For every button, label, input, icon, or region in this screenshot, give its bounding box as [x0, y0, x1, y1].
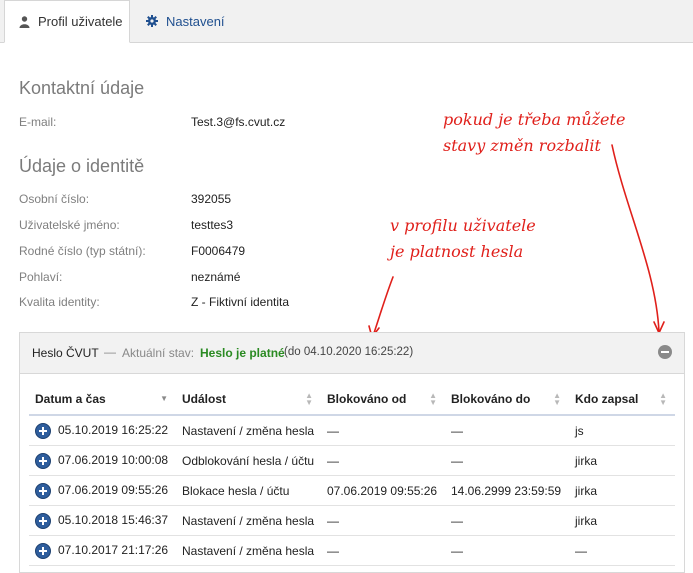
- cell-recorded-by: jirka: [569, 505, 675, 536]
- validity-annotation: v profilu uživatele je platnost hesla: [390, 213, 536, 265]
- cell-datetime: 07.06.2019 09:55:26: [29, 475, 176, 506]
- birth-number-label: Rodné číslo (typ státní):: [19, 244, 146, 258]
- column-header-label: Událost: [182, 392, 227, 406]
- cell-datetime: 07.10.2017 21:17:26: [29, 535, 176, 566]
- cell-text: 07.06.2019 09:55:26: [58, 482, 169, 497]
- email-value: Test.3@fs.cvut.cz: [191, 115, 286, 129]
- cell-datetime: 05.10.2018 15:46:37: [29, 505, 176, 536]
- arrow-to-status: [368, 276, 394, 339]
- password-panel: Heslo ČVUT — Aktuální stav: Heslo je pla…: [19, 332, 685, 573]
- cell-datetime: 05.10.2019 16:25:22: [29, 415, 176, 446]
- cell-recorded-by: —: [569, 535, 675, 566]
- password-history-table: Datum a čas ▼ Událost ▲ ▼ Blokováno od ▲ ▼ Bl…: [29, 384, 675, 566]
- tab-settings[interactable]: Nastavení: [146, 0, 225, 42]
- validity-annotation-line-2: je platnost hesla: [390, 242, 524, 261]
- cell-blocked-to: —: [445, 415, 569, 446]
- expand-row-icon[interactable]: [35, 482, 51, 499]
- cell-datetime: 07.06.2019 10:00:08: [29, 445, 176, 476]
- cell-blocked-from: —: [321, 445, 445, 476]
- sort-desc-icon: ▼: [160, 394, 168, 403]
- cell-event: Odblokování hesla / účtu: [176, 445, 321, 476]
- column-header-recorded-by[interactable]: Kdo zapsal ▲ ▼: [569, 384, 675, 416]
- cell-event: Blokace hesla / účtu: [176, 475, 321, 506]
- personal-number-value: 392055: [191, 192, 232, 206]
- status-value: Heslo je platné: [200, 346, 285, 360]
- gender-value: neznámé: [191, 270, 241, 284]
- collapse-icon[interactable]: [658, 345, 672, 359]
- sort-icon: ▲ ▼: [659, 391, 667, 407]
- cell-blocked-from: —: [321, 535, 445, 566]
- sort-icon: ▲ ▼: [553, 391, 561, 407]
- table-row: 07.10.2017 21:17:26 Nastavení / změna he…: [29, 535, 675, 566]
- password-panel-header: Heslo ČVUT — Aktuální stav: Heslo je pla…: [20, 333, 684, 374]
- column-header-blocked-to[interactable]: Blokováno do ▲ ▼: [445, 384, 569, 416]
- username-label: Uživatelské jméno:: [19, 218, 120, 232]
- cell-blocked-from: —: [321, 505, 445, 536]
- cell-blocked-to: —: [445, 505, 569, 536]
- sort-icon: ▲ ▼: [305, 391, 313, 407]
- personal-number-label: Osobní číslo:: [19, 192, 90, 206]
- identity-section-title: Údaje o identitě: [19, 156, 145, 176]
- table-row: 07.06.2019 09:55:26 Blokace hesla / účtu…: [29, 475, 675, 506]
- column-header-label: Kdo zapsal: [575, 392, 639, 406]
- cell-text: 05.10.2019 16:25:22: [58, 422, 169, 437]
- tab-settings-label: Nastavení: [166, 13, 225, 29]
- expand-row-icon[interactable]: [35, 452, 51, 469]
- cell-recorded-by: jirka: [569, 445, 675, 476]
- birth-number-value: F0006479: [191, 244, 246, 258]
- cell-blocked-from: 07.06.2019 09:55:26: [321, 475, 445, 506]
- cell-event: Nastavení / změna hesla: [176, 505, 321, 536]
- cell-blocked-from: —: [321, 415, 445, 446]
- cell-recorded-by: js: [569, 415, 675, 446]
- tab-profile-label: Profil uživatele: [38, 14, 123, 29]
- column-header-label: Blokováno od: [327, 392, 407, 406]
- username-value: testtes3: [191, 218, 234, 232]
- table-row: 05.10.2019 16:25:22 Nastavení / změna he…: [29, 415, 675, 446]
- expand-row-icon[interactable]: [35, 512, 51, 529]
- contact-section-title: Kontaktní údaje: [19, 78, 145, 98]
- column-header-label: Datum a čas: [35, 392, 106, 406]
- expand-row-icon[interactable]: [35, 542, 51, 559]
- table-row: 05.10.2018 15:46:37 Nastavení / změna he…: [29, 505, 675, 536]
- identity-quality-value: Z - Fiktivní identita: [191, 295, 290, 309]
- column-header-datetime[interactable]: Datum a čas ▼: [29, 384, 176, 416]
- email-label: E-mail:: [19, 115, 57, 129]
- status-until: (do 04.10.2020 16:25:22): [284, 346, 414, 358]
- tab-profile[interactable]: Profil uživatele: [4, 0, 130, 43]
- cell-blocked-to: 14.06.2999 23:59:59: [445, 475, 569, 506]
- expand-annotation-line-2: stavy změn rozbalit: [443, 136, 601, 155]
- cell-text: 07.10.2017 21:17:26: [58, 542, 169, 557]
- tab-bar: Profil uživatele Nastavení: [0, 0, 693, 43]
- column-header-label: Blokováno do: [451, 392, 531, 406]
- column-header-blocked-from[interactable]: Blokováno od ▲ ▼: [321, 384, 445, 416]
- table-row: 07.06.2019 10:00:08 Odblokování hesla / …: [29, 445, 675, 476]
- status-label: Aktuální stav:: [122, 346, 195, 360]
- cell-blocked-to: —: [445, 445, 569, 476]
- gender-label: Pohlaví:: [19, 270, 63, 284]
- cell-text: 07.06.2019 10:00:08: [58, 452, 169, 467]
- cell-text: 05.10.2018 15:46:37: [58, 512, 169, 527]
- header-separator: —: [104, 345, 116, 359]
- cell-recorded-by: jirka: [569, 475, 675, 506]
- expand-annotation-line-1: pokud je třeba můžete: [443, 110, 626, 129]
- cell-event: Nastavení / změna hesla: [176, 415, 321, 446]
- user-icon: [19, 15, 30, 28]
- sort-icon: ▲ ▼: [429, 391, 437, 407]
- table-header-row: Datum a čas ▼ Událost ▲ ▼ Blokováno od ▲ ▼ Bl…: [29, 384, 675, 416]
- cell-event: Nastavení / změna hesla: [176, 535, 321, 566]
- arrow-to-collapse: [611, 144, 665, 335]
- password-panel-title: Heslo ČVUT: [32, 346, 99, 360]
- expand-row-icon[interactable]: [35, 422, 51, 439]
- cell-blocked-to: —: [445, 535, 569, 566]
- identity-quality-label: Kvalita identity:: [19, 295, 100, 309]
- column-header-event[interactable]: Událost ▲ ▼: [176, 384, 321, 416]
- gear-icon: [146, 15, 158, 27]
- expand-annotation: pokud je třeba můžete stavy změn rozbali…: [443, 107, 625, 159]
- validity-annotation-line-1: v profilu uživatele: [390, 216, 536, 235]
